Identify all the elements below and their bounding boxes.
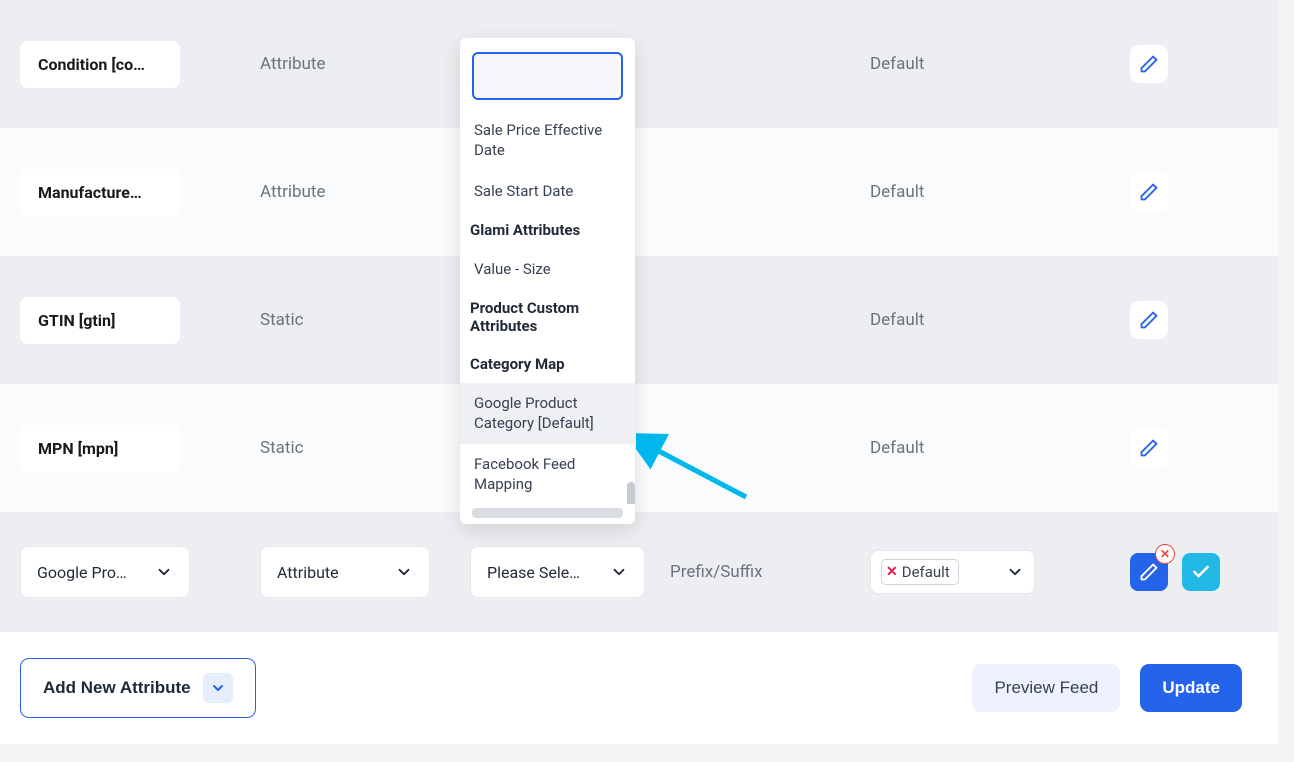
dropdown-option[interactable]: Google Product Category [Default] xyxy=(460,383,635,444)
pencil-icon xyxy=(1139,310,1159,330)
remove-pill-icon[interactable]: ✕ xyxy=(886,564,898,580)
dropdown-option[interactable]: Facebook Feed Mapping xyxy=(460,444,635,505)
prefix-suffix-label: Prefix/Suffix xyxy=(670,562,870,582)
attr-tag: Condition [co… xyxy=(20,41,180,88)
type-text: Attribute xyxy=(260,182,470,202)
button-label: Preview Feed xyxy=(994,678,1098,698)
type-text: Attribute xyxy=(260,54,470,74)
dropdown-list[interactable]: Sale Price Effective DateSale Start Date… xyxy=(460,110,635,504)
attribute-row: Manufacture… Attribute Default xyxy=(0,128,1278,256)
button-label: Update xyxy=(1162,678,1220,698)
edit-button[interactable] xyxy=(1130,173,1168,211)
page-scrollbar[interactable] xyxy=(1278,0,1294,748)
type-text: Static xyxy=(260,438,470,458)
attr-tag: Manufacture… xyxy=(20,169,180,216)
dropdown-option[interactable]: Value - Size xyxy=(460,249,635,289)
button-label: Add New Attribute xyxy=(43,678,191,698)
select-value: Please Sele… xyxy=(487,563,580,582)
scrollbar-thumb[interactable] xyxy=(627,482,635,504)
add-new-attribute-button[interactable]: Add New Attribute xyxy=(20,658,256,718)
chevron-down-icon xyxy=(1006,563,1024,581)
dropdown-group-header: Category Map xyxy=(460,345,635,383)
pill-label: Default xyxy=(902,563,950,581)
type-text: Static xyxy=(260,310,470,330)
attribute-row: MPN [mpn] Static Default xyxy=(0,384,1278,512)
dropdown-option[interactable]: Sale Price Effective Date xyxy=(460,110,635,171)
type-select[interactable]: Attribute xyxy=(260,546,430,598)
output-pill[interactable]: ✕ Default xyxy=(881,559,959,585)
output-text: Default xyxy=(870,438,1130,458)
select-value: Google Pro… xyxy=(37,563,127,582)
dropdown-group-header: Product Custom Attributes xyxy=(460,289,635,345)
edit-button[interactable] xyxy=(1130,45,1168,83)
output-text: Default xyxy=(870,54,1130,74)
edit-button[interactable] xyxy=(1130,429,1168,467)
scrollbar-horizontal[interactable] xyxy=(472,508,623,518)
footer-bar: Add New Attribute Preview Feed Update xyxy=(0,632,1278,744)
attribute-select[interactable]: Google Pro… xyxy=(20,546,190,598)
confirm-button[interactable] xyxy=(1182,553,1220,591)
chevron-down-icon xyxy=(155,563,173,581)
chevron-down-icon xyxy=(395,563,413,581)
pencil-icon xyxy=(1139,438,1159,458)
pencil-icon xyxy=(1139,54,1159,74)
remove-row-badge[interactable]: ✕ xyxy=(1155,544,1175,564)
attribute-row: GTIN [gtin] Static Default xyxy=(0,256,1278,384)
dropdown-option[interactable]: Sale Start Date xyxy=(460,171,635,211)
attr-tag: GTIN [gtin] xyxy=(20,297,180,344)
edit-button[interactable] xyxy=(1130,301,1168,339)
update-button[interactable]: Update xyxy=(1140,664,1242,712)
value-select[interactable]: Please Sele… xyxy=(470,546,645,598)
chevron-down-icon xyxy=(610,563,628,581)
attribute-dropdown[interactable]: Sale Price Effective DateSale Start Date… xyxy=(460,38,635,524)
attr-tag: MPN [mpn] xyxy=(20,425,180,472)
pencil-icon xyxy=(1139,562,1159,582)
preview-feed-button[interactable]: Preview Feed xyxy=(972,664,1120,712)
check-icon xyxy=(1191,562,1211,582)
attribute-edit-row: Google Pro… Attribute Please Sele… Prefi… xyxy=(0,512,1278,632)
attribute-row: Condition [co… Attribute Default xyxy=(0,0,1278,128)
output-select[interactable]: ✕ Default xyxy=(870,550,1035,594)
dropdown-search-input[interactable] xyxy=(472,52,623,100)
output-text: Default xyxy=(870,310,1130,330)
output-text: Default xyxy=(870,182,1130,202)
dropdown-group-header: Glami Attributes xyxy=(460,211,635,249)
select-value: Attribute xyxy=(277,563,339,582)
chevron-down-icon xyxy=(203,673,233,703)
pencil-icon xyxy=(1139,182,1159,202)
